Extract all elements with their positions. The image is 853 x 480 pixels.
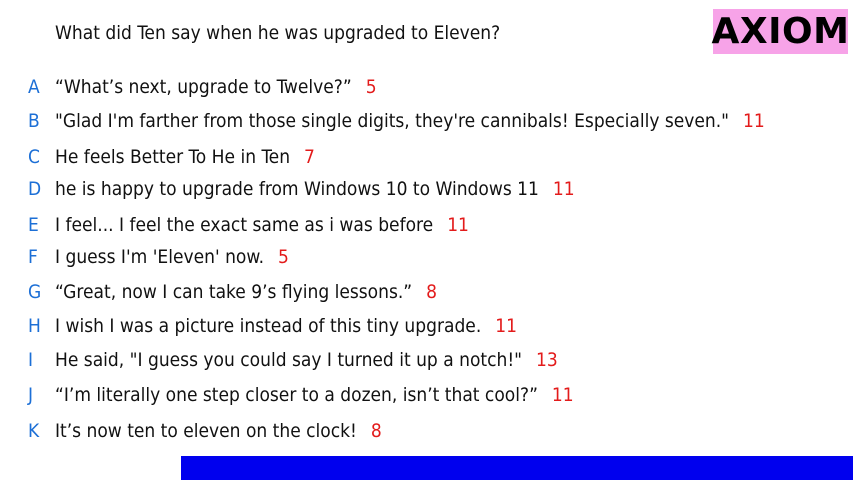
answer-text: “I’m literally one step closer to a doze… [55,384,574,406]
answer-letter: I [28,349,34,371]
answer-text: I feel... I feel the exact same as i was… [55,214,469,236]
answer-score: 11 [551,384,574,406]
answer-score: 5 [278,246,289,268]
answer-score: 11 [447,214,469,236]
answer-text: "Glad I'm farther from those single digi… [55,110,765,132]
answer-text: he is happy to upgrade from Windows 10 t… [55,178,575,200]
answer-letter: C [28,146,40,168]
answer-text: He feels Better To He in Ten 7 [55,146,315,168]
axiom-logo: AXIOM [711,9,850,54]
answer-text: He said, "I guess you could say I turned… [55,349,558,371]
answer-letter: A [28,76,40,98]
answer-letter: J [28,384,34,406]
answer-score: 8 [426,281,438,303]
answer-score: 7 [304,146,315,168]
answer-letter: E [28,214,39,236]
answer-letter: G [28,281,42,303]
answer-text: It’s now ten to eleven on the clock! 8 [55,420,382,442]
answer-text: “Great, now I can take 9’s flying lesson… [55,281,438,303]
answer-score: 11 [743,110,765,132]
answer-letter: H [28,315,41,337]
answer-score: 13 [536,349,558,371]
answer-score: 11 [495,315,518,337]
answer-text: “What’s next, upgrade to Twelve?” 5 [55,76,377,98]
answer-score: 5 [365,76,377,98]
bottom-bar [181,456,853,480]
answer-letter: K [28,420,40,442]
answer-score: 11 [552,178,575,200]
answer-score: 8 [370,420,382,442]
answer-letter: F [28,246,38,268]
answer-letter: B [28,110,40,132]
answer-letter: D [28,178,42,200]
answer-text: I wish I was a picture instead of this t… [55,315,518,337]
answer-text: I guess I'm 'Eleven' now. 5 [55,246,289,268]
question-title: What did Ten say when he was upgraded to… [55,22,501,44]
